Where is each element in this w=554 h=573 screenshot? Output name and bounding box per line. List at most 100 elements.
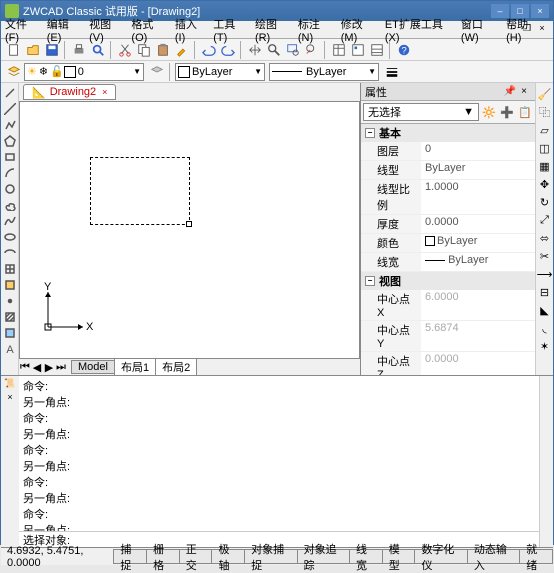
- prop-linetype[interactable]: ByLayer: [421, 161, 535, 179]
- tab-layout2[interactable]: 布局2: [155, 358, 197, 376]
- new-icon[interactable]: [5, 41, 23, 59]
- preview-icon[interactable]: [89, 41, 107, 59]
- copy-icon[interactable]: [135, 41, 153, 59]
- menu-format[interactable]: 格式(O): [131, 16, 166, 44]
- explode-icon[interactable]: ✶: [536, 337, 553, 355]
- selection-combo[interactable]: 无选择▼: [363, 103, 479, 121]
- menu-tools[interactable]: 工具(T): [213, 16, 247, 44]
- panel-close-icon[interactable]: ×: [517, 86, 531, 97]
- prop-ltscale[interactable]: 1.0000: [421, 180, 535, 214]
- doc-min-button[interactable]: –: [505, 21, 519, 35]
- menu-file[interactable]: 文件(F): [5, 16, 39, 44]
- ellipse-icon[interactable]: [1, 229, 18, 245]
- cut-icon[interactable]: [116, 41, 134, 59]
- tab-layout1[interactable]: 布局1: [114, 358, 156, 376]
- prop-center-y[interactable]: 5.6874: [421, 321, 535, 351]
- paste-icon[interactable]: [154, 41, 172, 59]
- erase-icon[interactable]: 🧹: [536, 85, 553, 103]
- command-scrollbar[interactable]: [539, 376, 553, 547]
- trim-icon[interactable]: ✂: [536, 247, 553, 265]
- zoom-icon[interactable]: [265, 41, 283, 59]
- zoom-win-icon[interactable]: [284, 41, 302, 59]
- match-icon[interactable]: [173, 41, 191, 59]
- tab-model[interactable]: Model: [71, 360, 115, 374]
- chamfer-icon[interactable]: ◣: [536, 301, 553, 319]
- line-icon[interactable]: [1, 85, 18, 101]
- tab-last-icon[interactable]: ⏭: [55, 361, 67, 374]
- menu-edit[interactable]: 编辑(E): [47, 16, 81, 44]
- pan-icon[interactable]: [246, 41, 264, 59]
- tab-close-icon[interactable]: ×: [102, 87, 107, 97]
- xline-icon[interactable]: [1, 101, 18, 117]
- toggle-pickadd-icon[interactable]: 📋: [517, 104, 533, 120]
- copy-obj-icon[interactable]: ⿻: [536, 103, 553, 121]
- menu-insert[interactable]: 插入(I): [175, 16, 205, 44]
- status-tablet[interactable]: 数字化仪: [414, 549, 467, 564]
- open-icon[interactable]: [24, 41, 42, 59]
- linetype-combo[interactable]: ByLayer▼: [269, 63, 379, 81]
- tab-first-icon[interactable]: ⏮: [19, 361, 31, 374]
- tab-prev-icon[interactable]: ◀: [31, 361, 43, 374]
- status-model[interactable]: 模型: [382, 549, 416, 564]
- block-icon[interactable]: [1, 277, 18, 293]
- menu-draw[interactable]: 绘图(R): [255, 16, 290, 44]
- circle-icon[interactable]: [1, 181, 18, 197]
- print-icon[interactable]: [70, 41, 88, 59]
- ellipse-arc-icon[interactable]: [1, 245, 18, 261]
- group-view[interactable]: −视图: [361, 272, 535, 290]
- status-dyn[interactable]: 动态输入: [467, 549, 520, 564]
- tool-palette-icon[interactable]: [368, 41, 386, 59]
- cmd-hist-icon[interactable]: 📜: [1, 378, 19, 392]
- color-combo[interactable]: ByLayer▼: [175, 63, 265, 81]
- prop-layer[interactable]: 0: [421, 142, 535, 160]
- extend-icon[interactable]: ⟶: [536, 265, 553, 283]
- status-snap[interactable]: 捕捉: [113, 549, 147, 564]
- lineweight-icon[interactable]: [383, 63, 401, 81]
- spline-icon[interactable]: [1, 213, 18, 229]
- fillet-icon[interactable]: ◟: [536, 319, 553, 337]
- array-icon[interactable]: ▦: [536, 157, 553, 175]
- insert-icon[interactable]: [1, 261, 18, 277]
- rotate-icon[interactable]: ↻: [536, 193, 553, 211]
- prop-thickness[interactable]: 0.0000: [421, 215, 535, 233]
- offset-icon[interactable]: ◫: [536, 139, 553, 157]
- drawing-canvas[interactable]: X Y: [19, 101, 360, 359]
- status-lwt[interactable]: 线宽: [349, 549, 383, 564]
- status-grid[interactable]: 栅格: [146, 549, 180, 564]
- undo-icon[interactable]: [200, 41, 218, 59]
- prop-center-z[interactable]: 0.0000: [421, 352, 535, 375]
- redo-icon[interactable]: [219, 41, 237, 59]
- break-icon[interactable]: ⊟: [536, 283, 553, 301]
- scale-icon[interactable]: ⤢: [536, 211, 553, 229]
- status-ready[interactable]: 就绪: [519, 549, 553, 564]
- tab-drawing2[interactable]: 📐Drawing2 ×: [23, 84, 116, 100]
- prop-color[interactable]: ByLayer: [421, 234, 535, 252]
- help-icon[interactable]: ?: [395, 41, 413, 59]
- layer-combo[interactable]: ☀❄🔓 0 ▼: [24, 63, 144, 81]
- stretch-icon[interactable]: ⬄: [536, 229, 553, 247]
- menu-modify[interactable]: 修改(M): [341, 16, 377, 44]
- revcloud-icon[interactable]: [1, 197, 18, 213]
- layer-manager-icon[interactable]: [5, 63, 23, 81]
- panel-pin-icon[interactable]: 📌: [503, 86, 517, 97]
- menu-view[interactable]: 视图(V): [89, 16, 123, 44]
- prop-lineweight[interactable]: ByLayer: [421, 253, 535, 271]
- quick-select-icon[interactable]: 🔆: [481, 104, 497, 120]
- pline-icon[interactable]: [1, 117, 18, 133]
- rectangle-icon[interactable]: [1, 149, 18, 165]
- arc-icon[interactable]: [1, 165, 18, 181]
- point-icon[interactable]: [1, 293, 18, 309]
- tab-next-icon[interactable]: ▶: [43, 361, 55, 374]
- menu-dim[interactable]: 标注(N): [298, 16, 333, 44]
- text-icon[interactable]: A: [1, 341, 18, 357]
- layer-prev-icon[interactable]: [148, 63, 166, 81]
- group-basic[interactable]: −基本: [361, 124, 535, 142]
- zoom-prev-icon[interactable]: [303, 41, 321, 59]
- region-icon[interactable]: [1, 325, 18, 341]
- cmd-close-icon[interactable]: ×: [1, 392, 19, 406]
- doc-close-button[interactable]: ×: [535, 21, 549, 35]
- doc-restore-button[interactable]: ❐: [520, 21, 534, 35]
- design-center-icon[interactable]: [349, 41, 367, 59]
- status-ortho[interactable]: 正交: [179, 549, 213, 564]
- properties-icon[interactable]: [330, 41, 348, 59]
